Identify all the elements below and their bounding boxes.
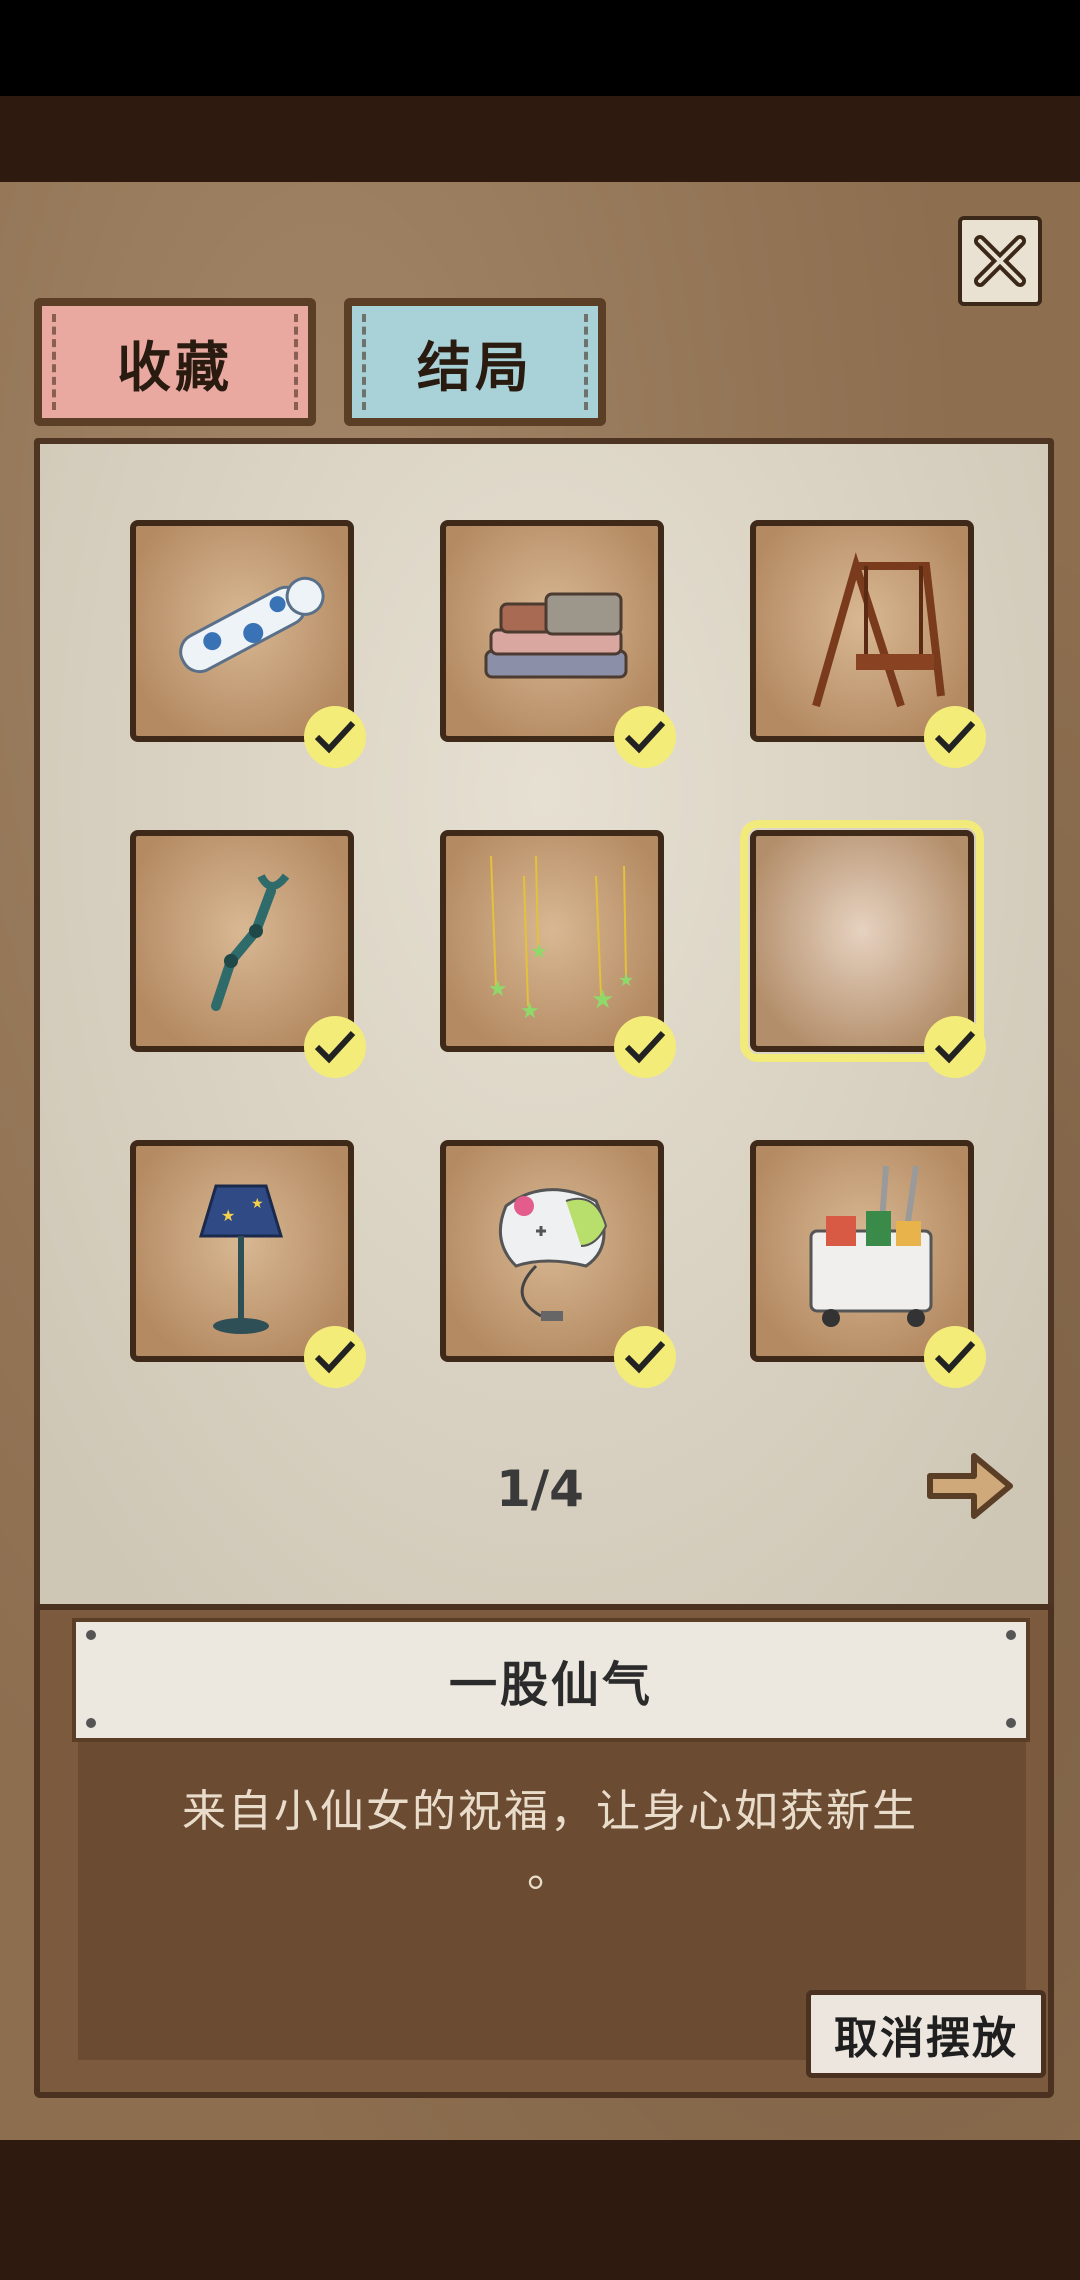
cancel-placement-button[interactable]: 取消摆放 [806, 1990, 1046, 2078]
game-controller-icon [498, 1188, 608, 1321]
item-description-text: 来自小仙女的祝福，让身心如获新生 [182, 1786, 918, 1837]
tab-border-decoration [52, 314, 298, 410]
collected-check-icon [924, 1326, 986, 1388]
collected-check-icon [304, 1016, 366, 1078]
item-description-tail: 。 [527, 1846, 573, 1897]
collected-check-icon [924, 706, 986, 768]
item-title-strip: 一股仙气 [72, 1618, 1030, 1742]
svg-text:★: ★ [488, 977, 508, 1002]
wooden-swing-icon [812, 552, 945, 708]
stacked-clothes-icon [484, 592, 628, 679]
svg-text:★: ★ [530, 939, 548, 963]
svg-text:★: ★ [251, 1196, 264, 1212]
pin-icon [86, 1630, 96, 1640]
collected-check-icon [614, 706, 676, 768]
pin-icon [1006, 1630, 1016, 1640]
tab-border-decoration [362, 314, 588, 410]
close-icon [974, 235, 1026, 287]
svg-text:★: ★ [591, 985, 614, 1015]
tab-endings[interactable]: 结局 [344, 298, 606, 426]
collected-check-icon [304, 1326, 366, 1388]
star-lamp-icon: ★ ★ [198, 1184, 284, 1334]
item-title: 一股仙气 [448, 1657, 653, 1713]
pin-icon [1006, 1718, 1016, 1728]
status-bar [0, 0, 1080, 96]
arrow-right-icon [927, 1453, 1013, 1519]
collected-check-icon [924, 1016, 986, 1078]
hanging-stars-icon: ★ ★ ★ ★ ★ [488, 855, 634, 1024]
collected-check-icon [614, 1016, 676, 1078]
cancel-placement-label: 取消摆放 [834, 2013, 1018, 2064]
grabber-claw-icon [211, 873, 290, 1011]
item-description: 来自小仙女的祝福，让身心如获新生 。 [110, 1782, 990, 1902]
close-button[interactable] [958, 216, 1042, 306]
collected-check-icon [614, 1326, 676, 1388]
top-band [0, 96, 1080, 182]
svg-text:★: ★ [618, 970, 634, 991]
shopping-cart-icon [809, 1165, 933, 1327]
cat-body-pillow-icon [179, 576, 325, 674]
svg-text:★: ★ [520, 999, 540, 1024]
svg-text:★: ★ [221, 1206, 235, 1225]
pin-icon [86, 1718, 96, 1728]
bottom-band [0, 2140, 1080, 2280]
next-page-button[interactable] [922, 1444, 1018, 1528]
collected-check-icon [304, 706, 366, 768]
tab-collection[interactable]: 收藏 [34, 298, 316, 426]
page-indicator: 1/4 [496, 1460, 584, 1518]
